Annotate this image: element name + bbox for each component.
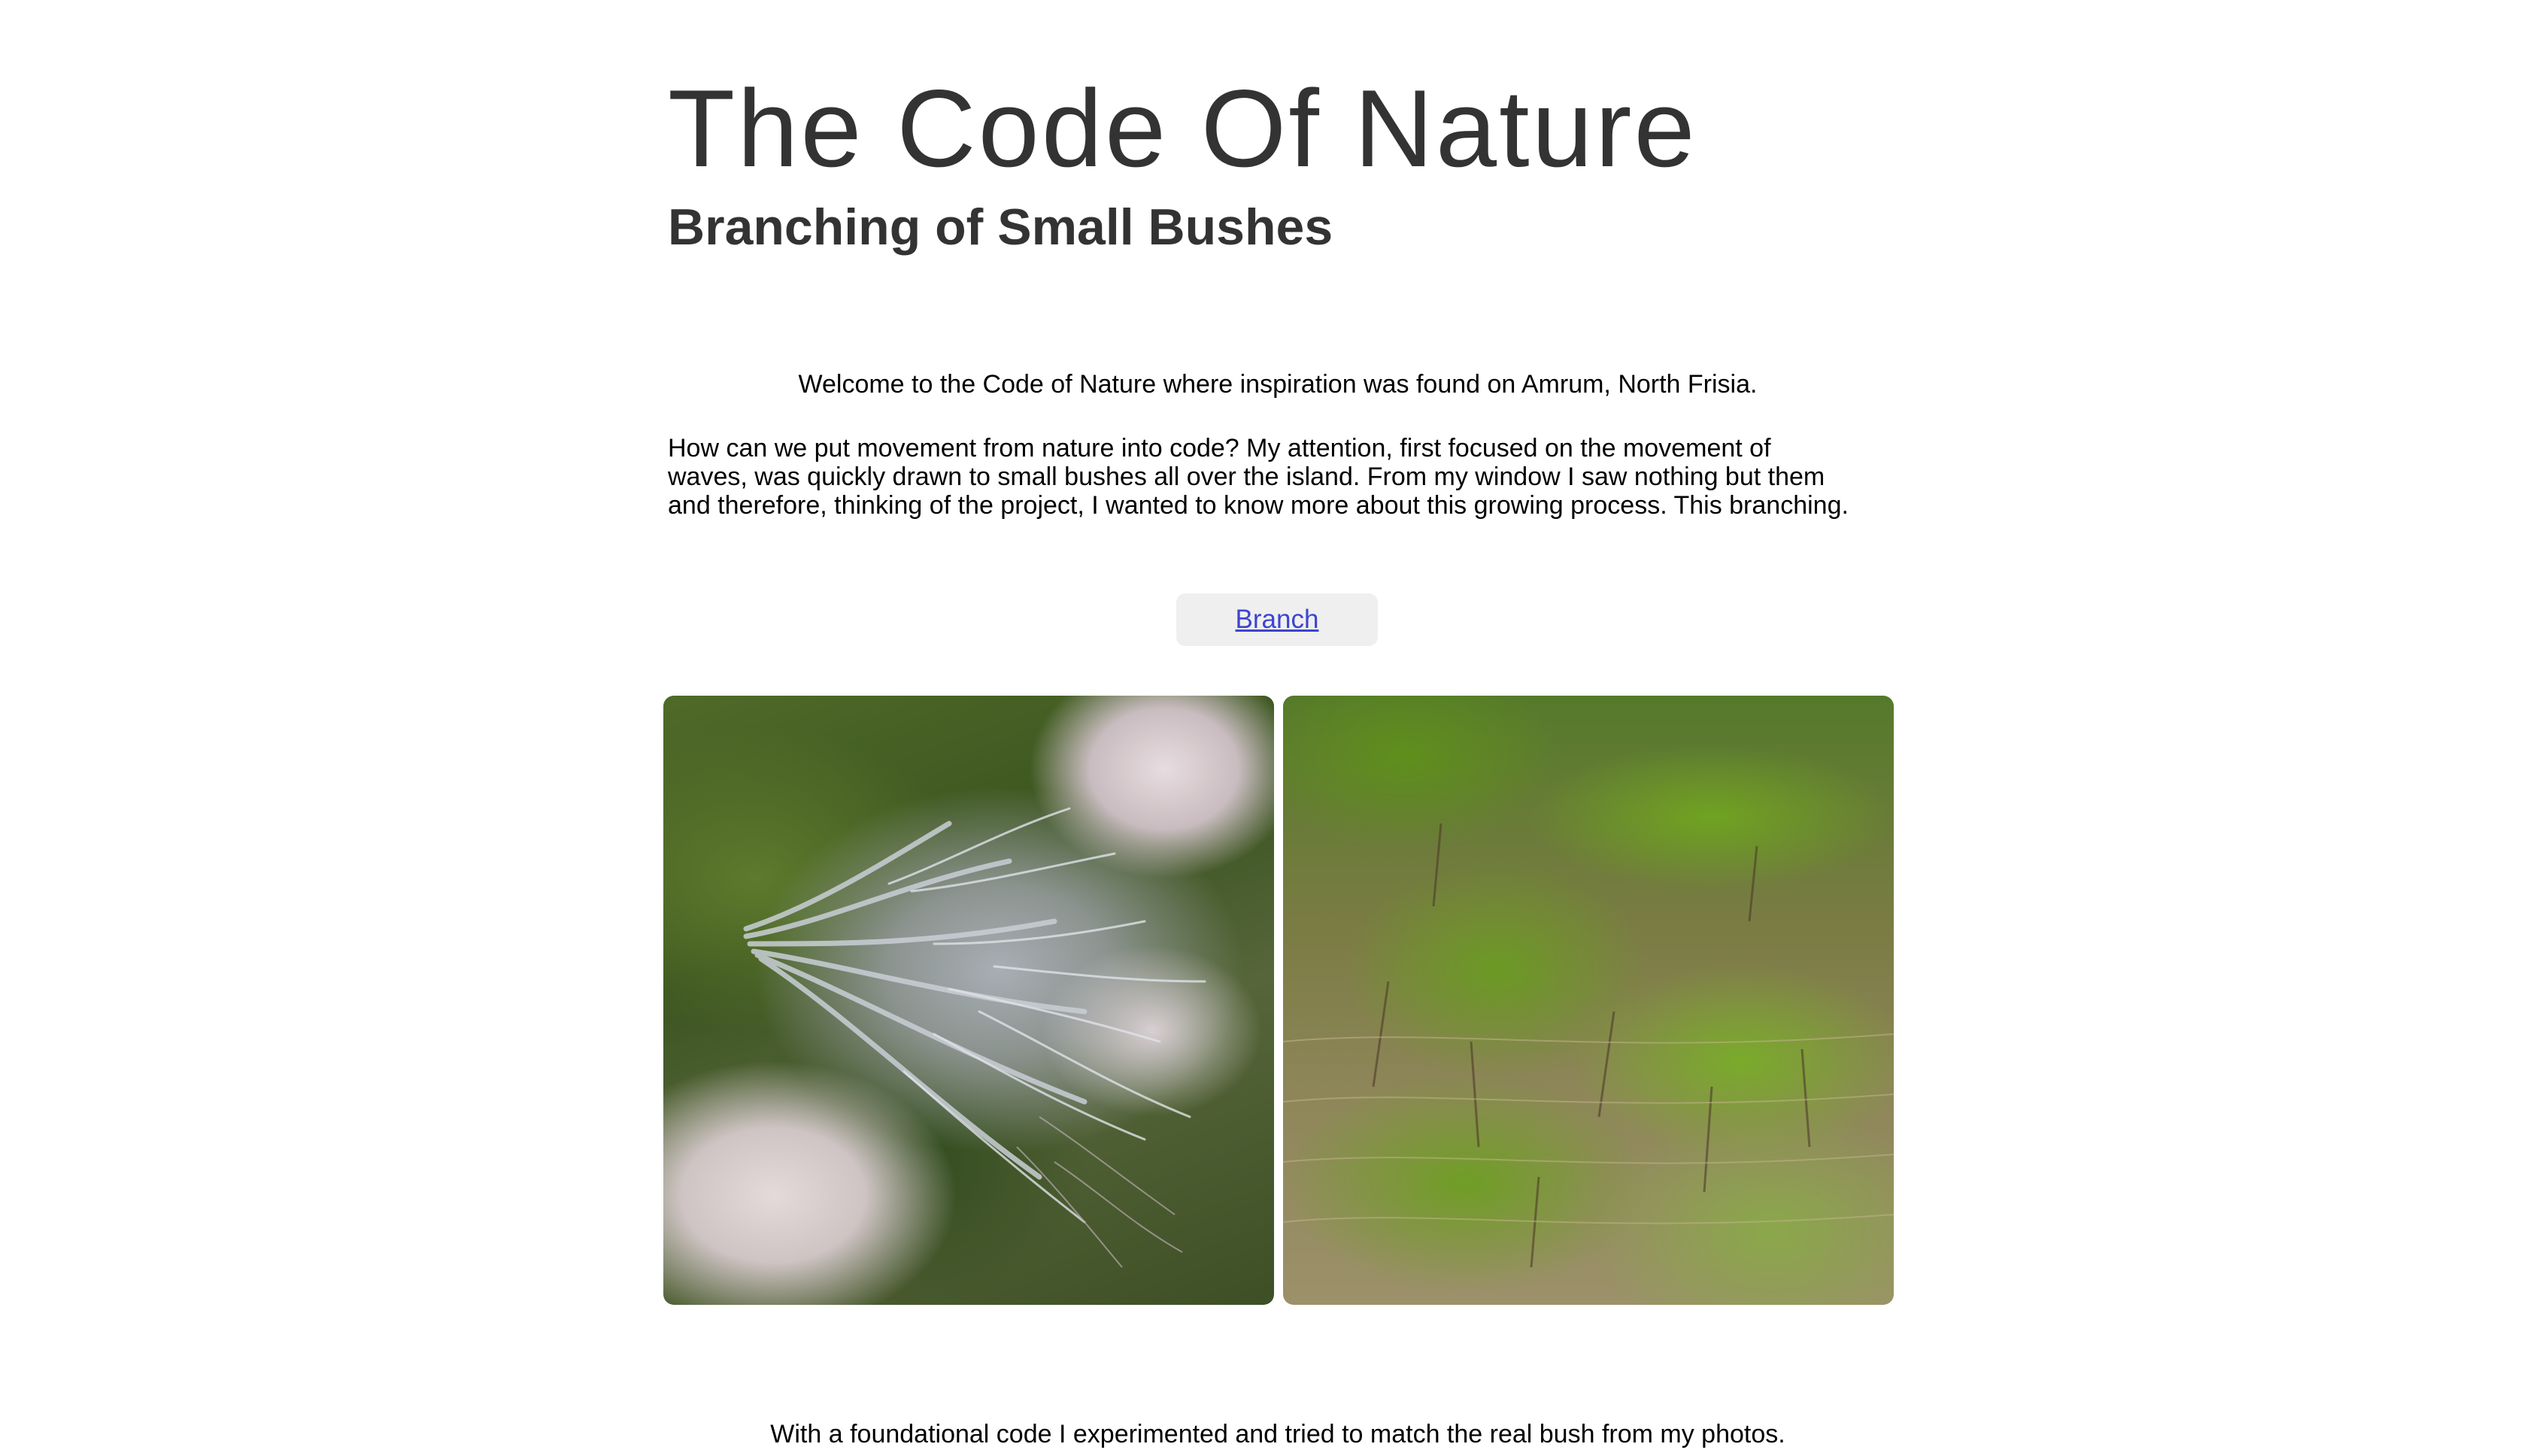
welcome-text: Welcome to the Code of Nature where insp…: [798, 370, 1758, 399]
shrub-stems-drawing: [1283, 823, 1894, 1268]
heather-branches-drawing: [743, 807, 1206, 1268]
intro-paragraph: How can we put movement from nature into…: [668, 434, 1849, 520]
branch-link[interactable]: Branch: [1236, 605, 1319, 635]
green-shrubs-photo: [1283, 696, 1894, 1305]
page-title: The Code Of Nature: [668, 67, 1697, 190]
main-content: The Code Of Nature Branching of Small Bu…: [663, 0, 1894, 1456]
closing-text: With a foundational code I experimented …: [770, 1420, 1785, 1448]
page-subtitle: Branching of Small Bushes: [668, 199, 1333, 256]
page: { "header": { "title": "The Code Of Natu…: [0, 0, 2524, 1456]
heather-bush-photo: [663, 696, 1274, 1305]
branch-button[interactable]: Branch: [1176, 593, 1378, 646]
